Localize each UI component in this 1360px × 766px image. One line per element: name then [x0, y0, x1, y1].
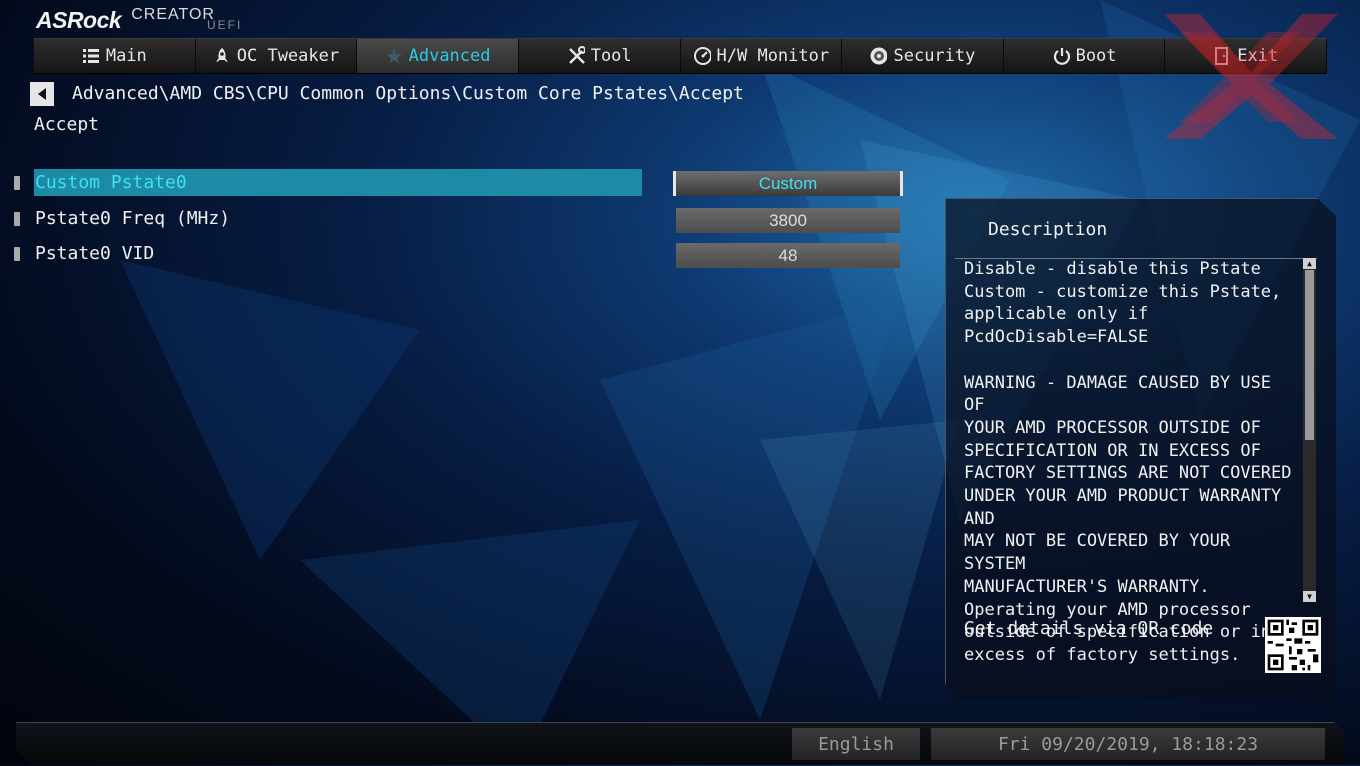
tab-advanced[interactable]: Advanced — [357, 39, 519, 73]
brand-name: ASRock — [36, 7, 122, 33]
tab-hw-monitor[interactable]: H/W Monitor — [680, 39, 843, 73]
page-subtitle: Accept — [34, 114, 100, 135]
scroll-thumb[interactable] — [1305, 270, 1314, 440]
pstate0-freq-input[interactable]: 3800 — [676, 208, 900, 233]
tab-tool[interactable]: Tool — [518, 39, 681, 73]
setting-label: Custom Pstate0 — [34, 169, 642, 196]
watermark-logo — [1164, 14, 1338, 139]
description-scrollbar[interactable]: ▲ ▼ — [1303, 258, 1316, 602]
tab-boot[interactable]: Boot — [1003, 39, 1166, 73]
qr-code-icon[interactable] — [1265, 617, 1321, 673]
qr-label: Get details via QR code — [964, 618, 1214, 639]
back-button[interactable] — [30, 82, 54, 106]
shield-icon — [869, 47, 888, 65]
tab-security[interactable]: Security — [842, 39, 1004, 73]
row-marker-icon — [14, 211, 20, 226]
tab-oc-tweaker[interactable]: OC Tweaker — [195, 39, 358, 73]
tab-label: OC Tweaker — [236, 46, 340, 66]
breadcrumb: Advanced\AMD CBS\CPU Common Options\Cust… — [72, 83, 744, 104]
datetime-display: Fri 09/20/2019, 18:18:23 — [931, 728, 1325, 760]
chevron-left-icon — [37, 85, 47, 104]
setting-label: Pstate0 VID — [35, 243, 155, 264]
product-name: CREATOR — [131, 6, 215, 23]
tab-main[interactable]: Main — [34, 39, 196, 73]
custom-pstate0-value-select[interactable]: Custom — [673, 171, 903, 196]
description-text: Disable - disable this Pstate Custom - c… — [964, 259, 1292, 665]
main-navigation: Main OC Tweaker Advanced Tool H/W Monito… — [34, 38, 1327, 74]
scroll-up-arrow-icon[interactable]: ▲ — [1303, 258, 1316, 269]
tab-label: H/W Monitor — [716, 46, 830, 66]
tab-label: Tool — [590, 46, 632, 66]
setting-row-pstate0-vid[interactable]: Pstate0 VID — [14, 240, 642, 267]
rocket-icon — [213, 47, 231, 65]
scroll-down-arrow-icon[interactable]: ▼ — [1303, 591, 1316, 602]
tab-label: Boot — [1075, 46, 1117, 66]
pstate0-vid-input[interactable]: 48 — [676, 243, 900, 268]
row-marker-icon — [14, 246, 20, 261]
list-icon — [82, 47, 100, 65]
tab-label: Advanced — [408, 46, 491, 66]
description-title: Description — [988, 219, 1108, 240]
star-icon — [385, 47, 403, 65]
setting-row-custom-pstate0[interactable]: Custom Pstate0 — [14, 169, 642, 196]
power-icon — [1052, 47, 1070, 65]
brand-logo: ASRock CREATOR — [36, 4, 215, 34]
setting-row-pstate0-freq[interactable]: Pstate0 Freq (MHz) — [14, 205, 642, 232]
firmware-label: UEFI — [207, 18, 243, 32]
row-marker-icon — [14, 175, 20, 190]
tab-label: Security — [893, 46, 976, 66]
tools-icon — [567, 46, 585, 65]
language-button[interactable]: English — [792, 728, 920, 760]
tab-label: Main — [105, 46, 147, 66]
setting-label: Pstate0 Freq (MHz) — [35, 208, 231, 229]
gauge-icon — [693, 47, 711, 65]
